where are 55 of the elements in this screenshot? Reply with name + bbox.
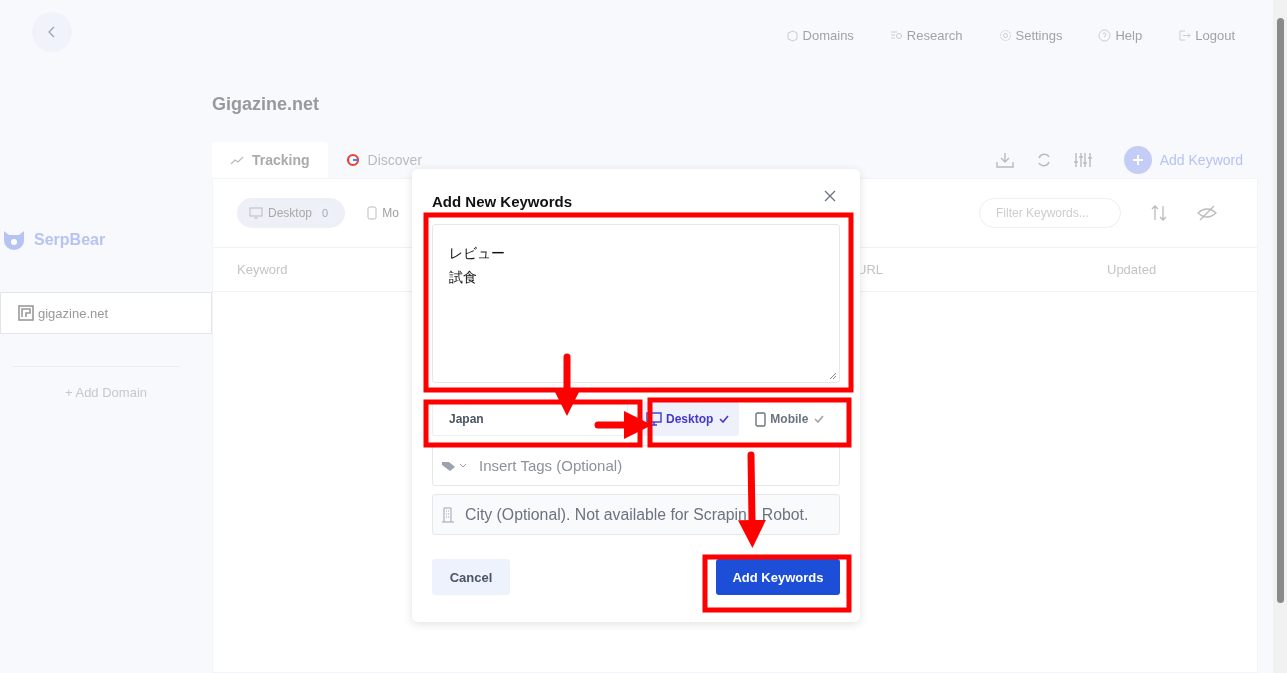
- device-toggle[interactable]: Mobile: [743, 402, 835, 436]
- domains-icon: [785, 28, 799, 42]
- keyword-line: 試食: [449, 268, 477, 287]
- close-icon[interactable]: [824, 190, 836, 202]
- tags-placeholder: Insert Tags (Optional): [479, 457, 623, 474]
- g-logo-icon: [345, 153, 360, 167]
- sliders-icon[interactable]: [1073, 152, 1092, 168]
- tab[interactable]: Tracking: [212, 142, 328, 178]
- keywords-textarea[interactable]: レビュー 試食: [432, 224, 840, 383]
- city-placeholder: City (Optional). Not available for Scrapin: [465, 505, 747, 524]
- scrollbar[interactable]: [1273, 0, 1287, 673]
- help-icon: [1098, 28, 1112, 42]
- tags-dropdown-icon: [441, 459, 469, 472]
- building-icon: [441, 506, 455, 523]
- device-filter[interactable]: Mo: [355, 198, 411, 228]
- download-icon[interactable]: [995, 152, 1014, 168]
- tab[interactable]: Discover: [327, 142, 441, 178]
- country-select[interactable]: Japan: [432, 402, 628, 436]
- nav-link[interactable]: Research: [889, 18, 963, 52]
- annotation-arrow: [553, 353, 581, 416]
- resize-grip-icon[interactable]: [829, 372, 837, 380]
- city-placeholder: Robot.: [761, 505, 809, 524]
- domain-icon: [18, 305, 34, 321]
- check-icon: [814, 415, 825, 423]
- city-field[interactable]: City (Optional). Not available for Scrapin Robot.: [432, 494, 840, 535]
- domain-title: Gigazine.net: [212, 94, 320, 116]
- brand-name: SerpBear: [34, 231, 106, 249]
- phone-icon: [755, 411, 767, 427]
- back-button[interactable]: [32, 12, 72, 52]
- nav-link[interactable]: Logout: [1178, 18, 1235, 52]
- refresh-icon[interactable]: [1035, 151, 1052, 169]
- dialog-title: Add New Keywords: [432, 193, 573, 210]
- settings-icon: [998, 28, 1012, 42]
- domain-item[interactable]: gigazine.net: [0, 292, 212, 334]
- column-header: Updated: [1107, 262, 1158, 277]
- cancel-button[interactable]: Cancel: [432, 559, 510, 595]
- hidden-eye-icon[interactable]: [1197, 205, 1217, 221]
- add-keywords-button[interactable]: Add Keywords: [716, 559, 840, 595]
- keyword-line: レビュー: [449, 244, 505, 263]
- logout-icon: [1178, 28, 1192, 42]
- check-icon: [719, 415, 730, 423]
- monitor-icon: [249, 207, 263, 219]
- monitor-icon: [646, 412, 662, 426]
- nav-link[interactable]: Settings: [998, 18, 1063, 52]
- nav-link[interactable]: Help: [1098, 18, 1143, 52]
- plus-icon: [1123, 146, 1152, 174]
- research-icon: [889, 28, 903, 42]
- chevron-left-icon: [47, 25, 57, 39]
- nav-link[interactable]: Domains: [785, 18, 854, 52]
- phone-icon: [367, 206, 378, 220]
- add-keyword-button[interactable]: Add Keyword: [1123, 146, 1243, 174]
- sort-icon[interactable]: [1151, 204, 1167, 222]
- device-filter[interactable]: Desktop 0: [237, 198, 346, 228]
- tags-field[interactable]: Insert Tags (Optional): [432, 445, 840, 486]
- trend-line-icon: [230, 155, 244, 165]
